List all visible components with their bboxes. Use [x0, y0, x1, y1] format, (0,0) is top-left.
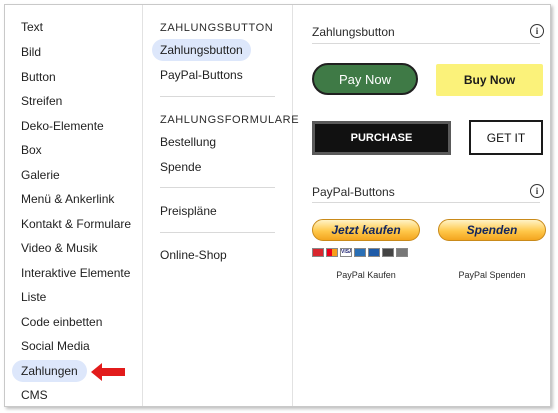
card-logo — [382, 248, 394, 257]
subcategory-preisplaene[interactable]: Preispläne — [152, 200, 225, 222]
subcategory-online-shop[interactable]: Online-Shop — [152, 244, 235, 266]
get-it-button[interactable]: GET IT — [469, 120, 543, 155]
category-video-musik[interactable]: Video & Musik — [12, 237, 106, 259]
separator — [160, 187, 275, 188]
element-preview-area: Zahlungsbutton i Pay Now Buy Now PURCHAS… — [293, 5, 550, 406]
category-text[interactable]: Text — [12, 16, 52, 38]
divider — [312, 202, 540, 203]
zahlungsformulare-heading: ZAHLUNGSFORMULARE — [160, 114, 300, 126]
category-interaktive-elemente[interactable]: Interaktive Elemente — [12, 262, 139, 284]
category-code-einbetten[interactable]: Code einbetten — [12, 311, 111, 333]
category-deko-elemente[interactable]: Deko-Elemente — [12, 115, 113, 137]
subcategory-panel: ZAHLUNGSBUTTON Zahlungsbutton PayPal-But… — [143, 5, 299, 406]
caption-paypal-spenden: PayPal Spenden — [458, 270, 526, 280]
subcategory-zahlungsbutton[interactable]: Zahlungsbutton — [152, 39, 251, 61]
card-logo-visa: VISA — [340, 248, 352, 257]
add-elements-panel: Text Bild Button Streifen Deko-Elemente … — [4, 4, 551, 407]
category-button[interactable]: Button — [12, 66, 65, 88]
category-streifen[interactable]: Streifen — [12, 90, 71, 112]
subcategory-bestellung[interactable]: Bestellung — [152, 131, 224, 153]
category-sidebar: Text Bild Button Streifen Deko-Elemente … — [5, 5, 143, 406]
card-logo — [354, 248, 366, 257]
subcategory-paypal-buttons[interactable]: PayPal-Buttons — [152, 64, 251, 86]
section-title-zahlungsbutton: Zahlungsbutton — [312, 25, 395, 39]
buy-now-button[interactable]: Buy Now — [436, 64, 543, 96]
divider — [312, 43, 540, 44]
category-menue-ankerlink[interactable]: Menü & Ankerlink — [12, 188, 123, 210]
subcategory-spende[interactable]: Spende — [152, 156, 209, 178]
category-bild[interactable]: Bild — [12, 41, 50, 63]
card-logo — [396, 248, 408, 257]
pay-now-button[interactable]: Pay Now — [312, 63, 418, 95]
category-zahlungen[interactable]: Zahlungen — [12, 360, 87, 382]
category-galerie[interactable]: Galerie — [12, 164, 69, 186]
purchase-button[interactable]: PURCHASE — [312, 121, 451, 155]
section-title-paypal-buttons: PayPal-Buttons — [312, 185, 395, 199]
card-logo — [312, 248, 324, 257]
zahlungsbutton-heading: ZAHLUNGSBUTTON — [160, 22, 274, 34]
separator — [160, 96, 275, 97]
category-liste[interactable]: Liste — [12, 286, 55, 308]
category-cms[interactable]: CMS — [12, 384, 57, 406]
separator — [160, 232, 275, 233]
red-arrow-icon — [91, 363, 125, 381]
caption-paypal-kaufen: PayPal Kaufen — [336, 270, 396, 280]
category-kontakt-formulare[interactable]: Kontakt & Formulare — [12, 213, 140, 235]
credit-card-logos-icon: VISA — [312, 248, 408, 258]
category-box[interactable]: Box — [12, 139, 51, 161]
paypal-spenden-button[interactable]: Spenden — [438, 219, 546, 241]
paypal-jetzt-kaufen-button[interactable]: Jetzt kaufen — [312, 219, 420, 241]
card-logo — [368, 248, 380, 257]
category-social-media[interactable]: Social Media — [12, 335, 99, 357]
info-icon[interactable]: i — [530, 24, 544, 38]
card-logo — [326, 248, 338, 257]
info-icon[interactable]: i — [530, 184, 544, 198]
